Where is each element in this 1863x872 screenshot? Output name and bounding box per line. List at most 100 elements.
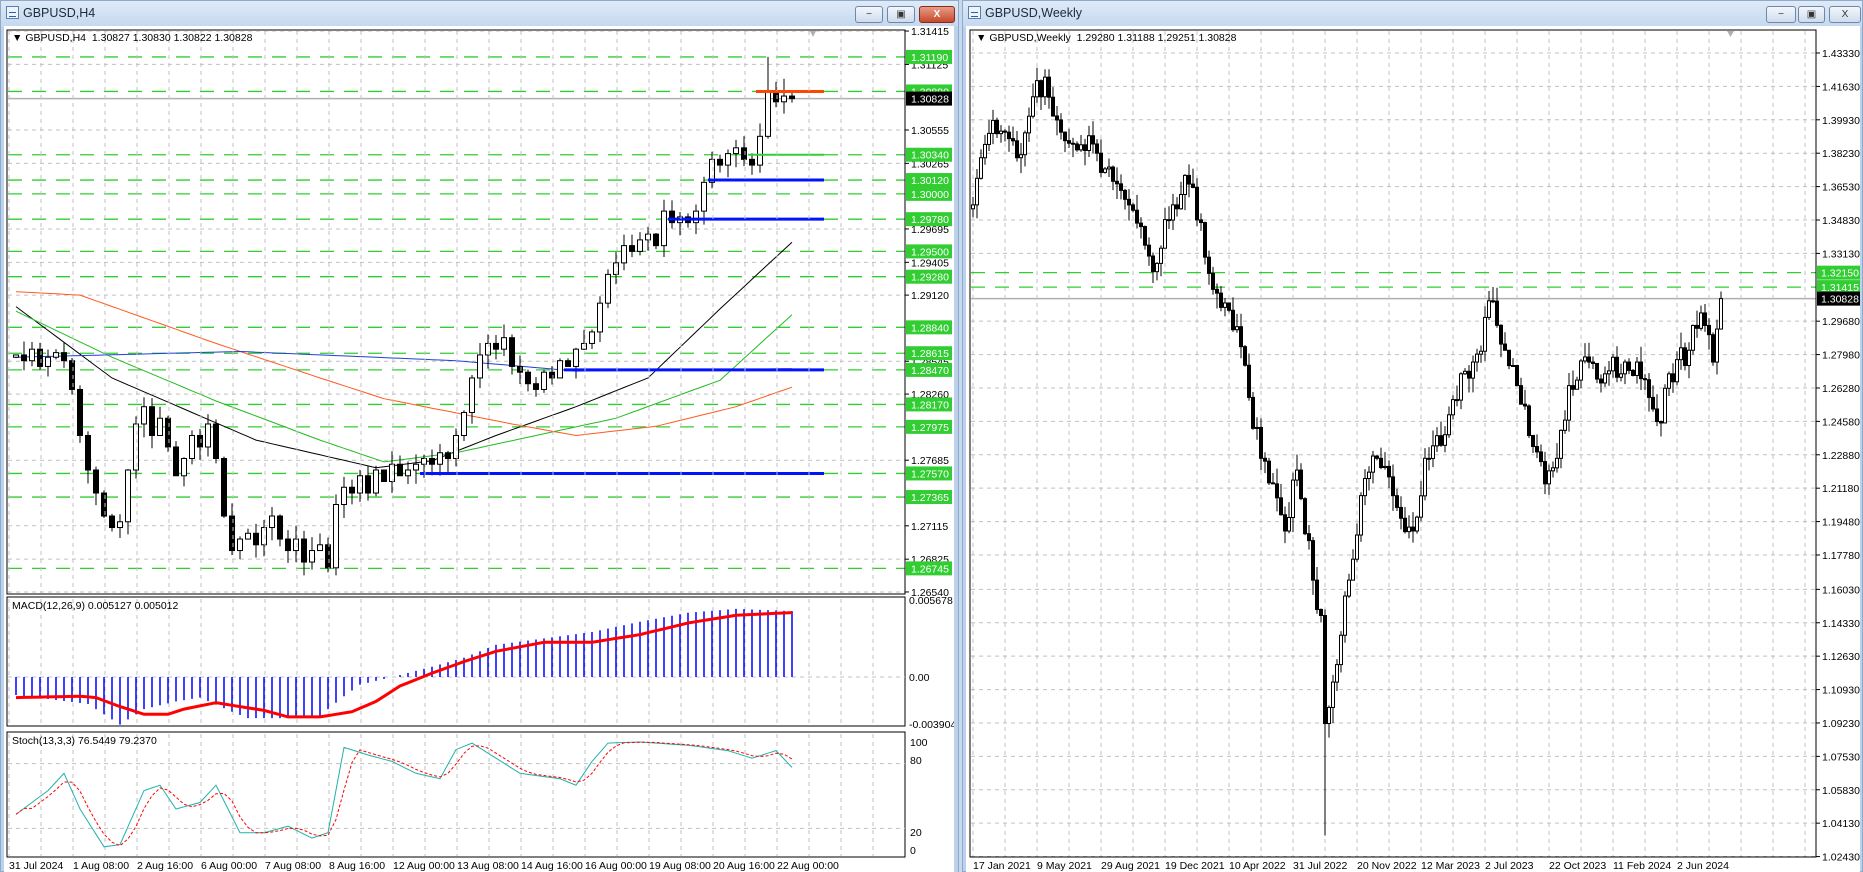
bull-candle-body xyxy=(979,157,983,179)
bear-candle-body xyxy=(1587,356,1591,363)
bear-candle-body xyxy=(325,544,331,569)
bear-candle-body xyxy=(1039,80,1043,98)
bear-candle-body xyxy=(213,423,219,459)
bear-candle-body xyxy=(565,360,571,367)
bear-candle-body xyxy=(1311,540,1315,581)
bear-candle-body xyxy=(525,371,531,385)
bull-candle-body xyxy=(765,90,771,137)
bear-candle-body xyxy=(1267,460,1271,484)
bull-candle-body xyxy=(1463,370,1467,375)
price-axis-label: 1.27980 xyxy=(1822,350,1860,362)
bear-candle-body xyxy=(1199,219,1203,224)
stoch-axis-label: 80 xyxy=(910,755,922,767)
time-axis-label: 12 Aug 00:00 xyxy=(393,860,455,872)
bull-candle-body xyxy=(725,153,731,166)
bear-candle-body xyxy=(21,354,27,362)
price-axis-label: 1.36530 xyxy=(1822,182,1860,194)
time-axis-label: 1 Aug 08:00 xyxy=(73,860,129,872)
bull-candle-body xyxy=(1471,361,1475,379)
level-price-tag-label: 1.27365 xyxy=(911,492,949,504)
bear-candle-body xyxy=(1011,138,1015,142)
bull-candle-body xyxy=(1339,634,1343,666)
bear-candle-body xyxy=(1615,356,1619,378)
bear-candle-body xyxy=(1127,198,1131,206)
time-axis-label: 13 Aug 08:00 xyxy=(457,860,519,872)
bear-candle-body xyxy=(749,158,755,166)
bear-candle-body xyxy=(1151,255,1155,273)
bear-candle-body xyxy=(1271,482,1275,485)
stoch-axis-label: 100 xyxy=(910,737,928,749)
bull-candle-body xyxy=(701,181,707,212)
bull-candle-body xyxy=(1359,495,1363,536)
bear-candle-body xyxy=(1455,399,1459,402)
bull-candle-body xyxy=(581,342,587,350)
bull-candle-body xyxy=(1371,455,1375,473)
bear-candle-body xyxy=(1591,361,1595,364)
bull-candle-body xyxy=(1719,298,1723,330)
charts-canvas[interactable]: 1.314151.311251.305551.302651.296951.294… xyxy=(0,0,1863,872)
bull-candle-body xyxy=(1155,262,1159,273)
h4-scroll-edge[interactable] xyxy=(954,26,958,872)
bull-candle-body xyxy=(621,245,627,264)
bull-candle-body xyxy=(13,354,19,358)
time-axis-label: 6 Aug 00:00 xyxy=(201,860,257,872)
bear-candle-body xyxy=(741,147,747,160)
bull-candle-body xyxy=(1547,470,1551,485)
bear-candle-body xyxy=(1175,204,1179,210)
bear-candle-body xyxy=(1055,115,1059,121)
bull-candle-body xyxy=(557,360,563,379)
bull-candle-body xyxy=(1431,445,1435,459)
bull-candle-body xyxy=(1035,80,1039,98)
bear-candle-body xyxy=(1231,309,1235,331)
collapse-triangle-icon[interactable]: ▼ xyxy=(12,32,25,44)
bear-candle-body xyxy=(93,469,99,494)
bull-candle-body xyxy=(781,95,787,103)
bull-candle-body xyxy=(1107,166,1111,170)
bull-candle-body xyxy=(1043,76,1047,98)
bull-candle-body xyxy=(29,348,35,362)
bull-candle-body xyxy=(1459,373,1463,401)
candle xyxy=(541,369,547,393)
bull-candle-body xyxy=(1679,347,1683,361)
bear-candle-body xyxy=(1247,364,1251,398)
bull-candle-body xyxy=(1179,193,1183,210)
bear-candle-body xyxy=(1099,152,1103,173)
collapse-triangle-icon[interactable]: ▼ xyxy=(976,32,989,44)
time-axis-label: 9 May 2021 xyxy=(1037,860,1092,872)
bear-candle-body xyxy=(1711,334,1715,363)
price-axis-label: 1.29120 xyxy=(911,290,949,302)
bear-candle-body xyxy=(109,515,115,529)
candle xyxy=(101,490,107,519)
price-axis-label: 1.43330 xyxy=(1822,48,1860,60)
bull-candle-body xyxy=(1483,316,1487,352)
candle xyxy=(1303,497,1307,536)
price-axis-label: 1.21180 xyxy=(1822,483,1859,495)
time-axis-label: 20 Nov 2022 xyxy=(1357,860,1417,872)
level-price-tag-label: 1.29280 xyxy=(911,272,949,284)
bear-candle-body xyxy=(1191,183,1195,188)
bear-candle-body xyxy=(285,538,291,552)
bull-candle-body xyxy=(1235,326,1239,331)
bear-candle-body xyxy=(277,515,283,540)
bear-candle-body xyxy=(1115,180,1119,185)
time-axis-label: 31 Jul 2024 xyxy=(9,860,63,872)
bull-candle-body xyxy=(181,457,187,477)
candle xyxy=(13,354,19,359)
bear-candle-body xyxy=(1131,204,1135,211)
bear-candle-body xyxy=(1067,140,1071,144)
candle xyxy=(1711,332,1715,366)
candle xyxy=(1415,515,1419,534)
price-axis-label: 1.05830 xyxy=(1822,785,1860,797)
bear-candle-body xyxy=(1251,396,1255,429)
price-axis-label: 1.33130 xyxy=(1822,248,1860,260)
candle xyxy=(1663,384,1667,424)
bull-candle-body xyxy=(1583,356,1587,362)
bear-candle-body xyxy=(1243,346,1247,366)
bear-candle-body xyxy=(1227,302,1231,311)
bull-candle-body xyxy=(261,527,267,546)
bear-candle-body xyxy=(1703,312,1707,326)
bear-candle-body xyxy=(221,457,227,517)
time-axis-label: 2 Jun 2024 xyxy=(1677,860,1729,872)
bull-candle-body xyxy=(1663,387,1667,424)
time-axis-label: 12 Mar 2023 xyxy=(1421,860,1480,872)
